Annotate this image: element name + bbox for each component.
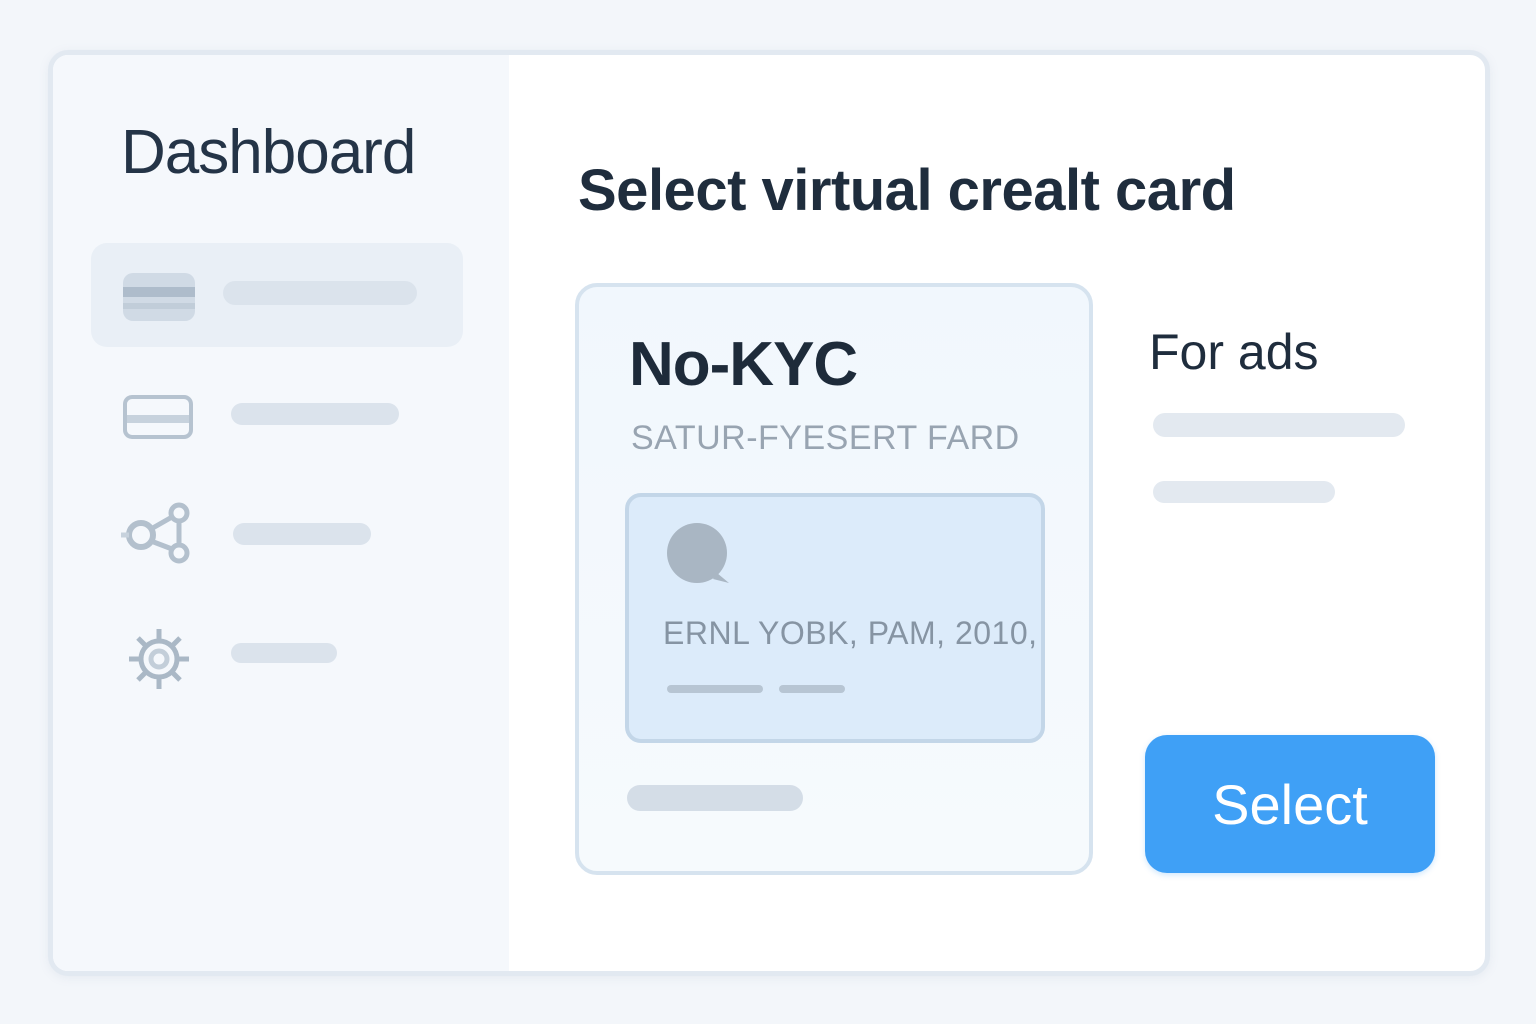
- sidebar-item-label: [231, 403, 399, 425]
- sidebar-item-label: [233, 523, 371, 545]
- virtual-card-preview: ERNL YOBK, PAM, 2010,: [625, 493, 1045, 743]
- sidebar-item-label: [223, 281, 417, 305]
- sidebar-item-network[interactable]: [91, 483, 463, 587]
- chat-bubble-icon: [667, 523, 729, 583]
- sidebar-item-settings[interactable]: [91, 603, 463, 707]
- option-footer-placeholder: [627, 785, 803, 811]
- sidebar-title: Dashboard: [121, 118, 416, 187]
- sidebar-item-label: [231, 643, 337, 663]
- gear-icon: [129, 629, 189, 689]
- card-number-placeholder: [667, 685, 763, 693]
- option-subtitle: SATUR-FYESERT FARD: [631, 419, 1020, 457]
- option-description-placeholder: [1153, 413, 1405, 437]
- sidebar-item-card[interactable]: [91, 363, 463, 467]
- app-window: Dashboard Select virtual crealt card No-…: [48, 50, 1490, 976]
- card-number-placeholder: [779, 685, 845, 693]
- card-icon: [123, 395, 193, 439]
- select-button[interactable]: Select: [1145, 735, 1435, 873]
- credit-card-icon: [123, 273, 195, 321]
- option-card-no-kyc[interactable]: No-KYC SATUR-FYESERT FARD ERNL YOBK, PAM…: [575, 283, 1093, 875]
- option-title-for-ads[interactable]: For ads: [1149, 323, 1319, 381]
- sidebar: Dashboard: [53, 55, 509, 971]
- option-description-placeholder: [1153, 481, 1335, 503]
- network-icon: [121, 502, 190, 564]
- page-title: Select virtual crealt card: [578, 158, 1236, 223]
- option-title: No-KYC: [629, 330, 858, 399]
- sidebar-item-cards[interactable]: [91, 243, 463, 347]
- card-details-text: ERNL YOBK, PAM, 2010,: [663, 615, 1038, 651]
